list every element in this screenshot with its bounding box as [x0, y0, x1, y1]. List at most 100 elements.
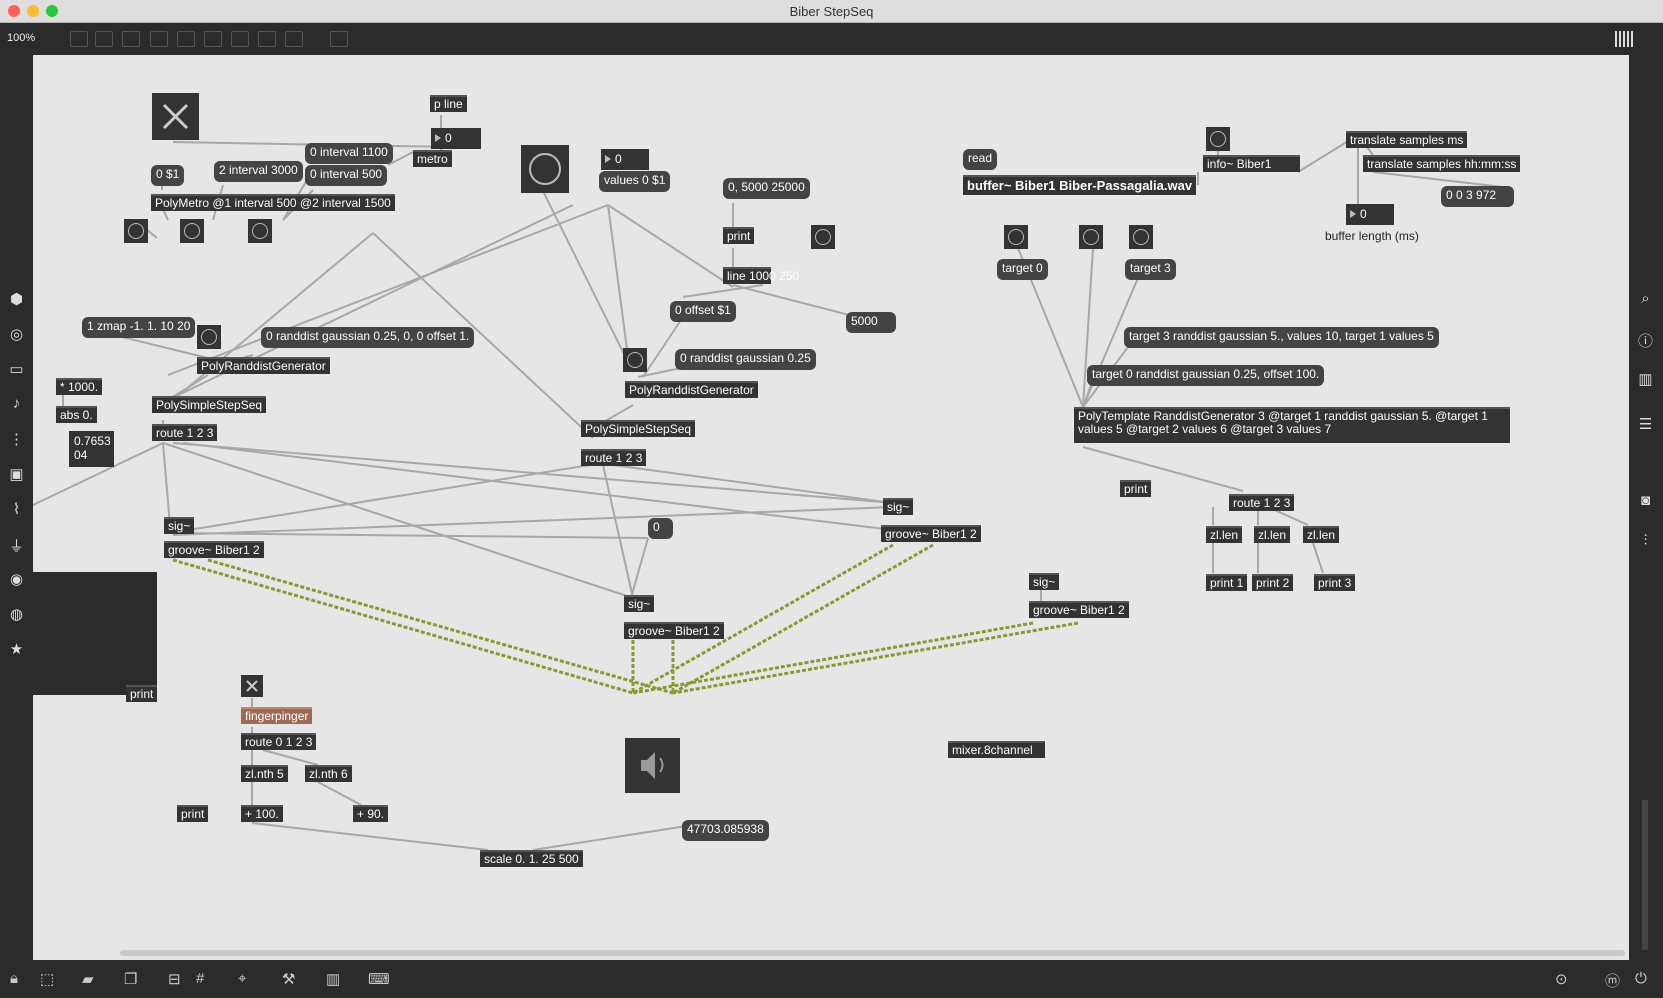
- package-icon[interactable]: ⬢: [0, 290, 33, 308]
- target-icon[interactable]: ◎: [0, 325, 33, 343]
- float-display[interactable]: 0.7653 04: [69, 431, 114, 467]
- plus-100[interactable]: + 100.: [241, 805, 283, 822]
- new-view-icon[interactable]: ⌖: [238, 970, 246, 987]
- message-randdist-1[interactable]: 0 randdist gaussian 0.25, 0, 0 offset 1.: [261, 327, 475, 348]
- wrench-icon[interactable]: ⚒: [282, 970, 295, 988]
- music-icon[interactable]: ♪: [0, 395, 33, 412]
- hide-cords-icon[interactable]: ⊟: [168, 970, 181, 988]
- number-box-values[interactable]: 0: [601, 149, 649, 170]
- slider-icon[interactable]: [231, 31, 249, 47]
- zl-len-3[interactable]: zl.len: [1303, 526, 1340, 543]
- p-line-object[interactable]: p line: [430, 95, 467, 112]
- image-icon[interactable]: ▣: [0, 465, 33, 483]
- new-object-icon[interactable]: [95, 31, 113, 47]
- route-1-2-3-left[interactable]: route 1 2 3: [152, 424, 218, 441]
- bang-button-line[interactable]: [811, 225, 835, 249]
- print-object-left[interactable]: print: [126, 685, 158, 702]
- star-icon[interactable]: ★: [0, 640, 33, 658]
- groove-object-1[interactable]: groove~ Biber1 2: [164, 541, 264, 558]
- polyranddist-generator-1[interactable]: PolyRanddistGenerator: [197, 357, 330, 374]
- message-target-3[interactable]: target 3: [1125, 259, 1176, 280]
- route-0-1-2-3[interactable]: route 0 1 2 3: [241, 733, 317, 750]
- volume-slider[interactable]: [1642, 800, 1648, 950]
- plus-90[interactable]: + 90.: [353, 805, 389, 822]
- dial-icon[interactable]: [258, 31, 276, 47]
- presentation-mode-icon[interactable]: ⬚: [40, 970, 54, 988]
- number-box-pline[interactable]: 0: [431, 128, 481, 149]
- power-icon[interactable]: ⏻: [1635, 970, 1647, 987]
- zl-len-1[interactable]: zl.len: [1206, 526, 1243, 543]
- help-icon[interactable]: ◍: [0, 605, 33, 623]
- print-3-object[interactable]: print 3: [1314, 574, 1356, 591]
- sig-object-1[interactable]: sig~: [164, 517, 195, 534]
- message-randdist-2[interactable]: 0 randdist gaussian 0.25: [675, 349, 816, 370]
- groove-object-2[interactable]: groove~ Biber1 2: [624, 622, 724, 639]
- bang-button-target0[interactable]: [1004, 225, 1028, 249]
- message-zero[interactable]: 0: [648, 518, 673, 539]
- buffer-object[interactable]: buffer~ Biber1 Biber-Passagalia.wav: [963, 175, 1197, 195]
- message-values[interactable]: values 0 $1: [599, 171, 671, 192]
- multiply-1000-object[interactable]: * 1000.: [56, 378, 103, 395]
- mixer-8channel-object[interactable]: mixer.8channel: [948, 741, 1045, 758]
- bang-button-3[interactable]: [248, 219, 272, 243]
- snapshot-icon[interactable]: ◙: [1629, 492, 1662, 509]
- polysimplestepseq-2[interactable]: PolySimpleStepSeq: [581, 420, 696, 437]
- plus-icon[interactable]: [285, 31, 303, 47]
- polymetro-object[interactable]: PolyMetro @1 interval 500 @2 interval 15…: [151, 194, 395, 211]
- reference-icon[interactable]: ▥: [1629, 370, 1662, 388]
- toggle-icon[interactable]: [150, 31, 168, 47]
- bang-button-info[interactable]: [1206, 127, 1230, 151]
- message-interval-1100[interactable]: 0 interval 1100: [305, 143, 393, 164]
- print-object-bottom[interactable]: print: [177, 805, 209, 822]
- number-icon[interactable]: [204, 31, 222, 47]
- message-interval-3000[interactable]: 2 interval 3000: [214, 161, 303, 182]
- piano-icon[interactable]: ▥: [326, 970, 340, 988]
- zl-nth-6[interactable]: zl.nth 6: [305, 765, 352, 782]
- lcd-display[interactable]: [33, 572, 157, 695]
- ezdac-speaker[interactable]: [625, 738, 680, 793]
- media-icon[interactable]: ▭: [0, 360, 33, 378]
- comment-icon[interactable]: [122, 31, 140, 47]
- console-icon[interactable]: ☰: [1629, 415, 1662, 433]
- sig-object-3[interactable]: sig~: [883, 498, 914, 515]
- paint-icon[interactable]: [330, 31, 348, 47]
- search-icon[interactable]: ⌕: [1629, 290, 1662, 307]
- message-target-0[interactable]: target 0: [997, 259, 1048, 280]
- route-1-2-3-right[interactable]: route 1 2 3: [1229, 494, 1295, 511]
- horizontal-scrollbar[interactable]: [120, 950, 1625, 956]
- comment-bubble-icon[interactable]: ▰: [82, 970, 94, 988]
- message-0039[interactable]: 0 0 3 972: [1441, 186, 1514, 207]
- toggle-x-large[interactable]: [152, 93, 199, 140]
- bang-button-randd1[interactable]: [197, 325, 221, 349]
- line-object[interactable]: print: [723, 227, 755, 244]
- toggle-x-small[interactable]: [241, 675, 263, 697]
- button-icon[interactable]: [177, 31, 195, 47]
- zl-nth-5[interactable]: zl.nth 5: [241, 765, 288, 782]
- message-target-0-randdist[interactable]: target 0 randdist gaussian 0.25, offset …: [1087, 365, 1325, 386]
- keyboard-icon[interactable]: ⌨: [368, 970, 390, 988]
- message-0-s1[interactable]: 0 $1: [151, 165, 185, 186]
- bang-button-target1[interactable]: [1079, 225, 1103, 249]
- info-icon[interactable]: ⓘ: [1629, 330, 1662, 351]
- patcher-canvas[interactable]: p line 0 metro 0 interval 1100 2 interva…: [33, 55, 1629, 960]
- print-1-object[interactable]: print 1: [1206, 574, 1248, 591]
- message-0-5000-25000[interactable]: 0, 5000 25000: [723, 178, 810, 199]
- message-read[interactable]: read: [963, 149, 998, 170]
- bang-button-target3[interactable]: [1129, 225, 1153, 249]
- vst-icon[interactable]: ◉: [0, 570, 33, 588]
- info-object[interactable]: info~ Biber1: [1203, 155, 1300, 172]
- polysimplestepseq-1[interactable]: PolySimpleStepSeq: [152, 396, 267, 413]
- paperclip-icon[interactable]: ⌇: [0, 500, 33, 518]
- sig-object-2[interactable]: sig~: [624, 595, 655, 612]
- video-icon[interactable]: ⋮: [0, 430, 33, 448]
- print-object-right[interactable]: print: [1120, 480, 1152, 497]
- message-offset[interactable]: 0 offset $1: [670, 301, 736, 322]
- print-2-object[interactable]: print 2: [1252, 574, 1294, 591]
- message-translate-ms[interactable]: translate samples ms: [1346, 131, 1468, 148]
- windows-icon[interactable]: ❐: [124, 970, 137, 988]
- transport-icon[interactable]: ⊙: [1555, 970, 1568, 988]
- message-target-3-randdist[interactable]: target 3 randdist gaussian 5., values 10…: [1124, 327, 1439, 348]
- polyranddist-generator-2[interactable]: PolyRanddistGenerator: [625, 381, 758, 398]
- zoom-level[interactable]: 100%: [7, 32, 35, 44]
- plug-icon[interactable]: ⏚: [0, 535, 33, 556]
